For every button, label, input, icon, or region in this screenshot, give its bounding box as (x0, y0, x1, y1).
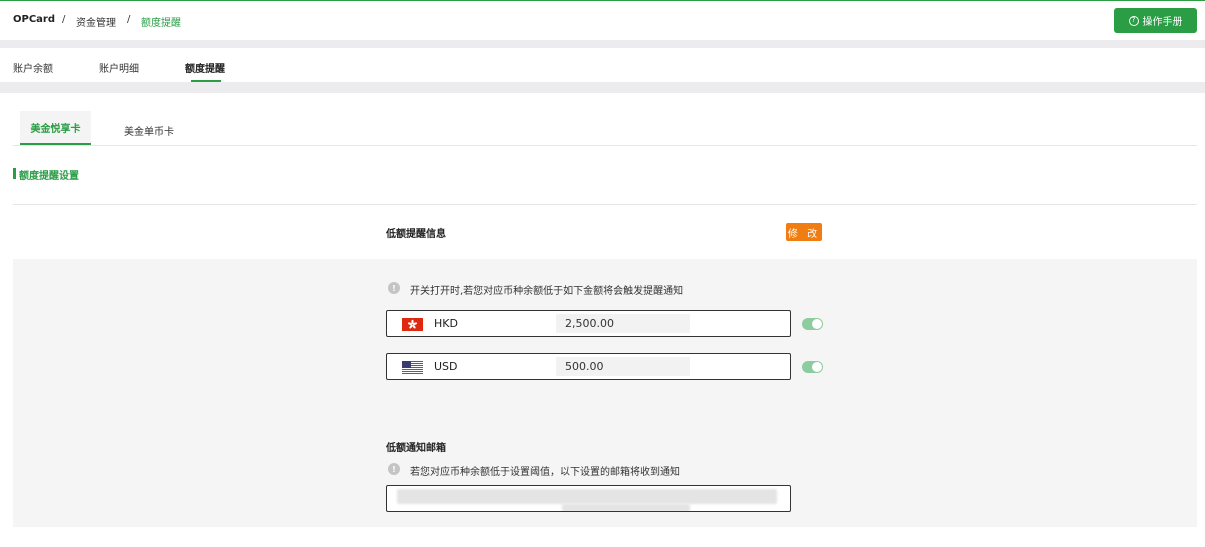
tab-quota-reminder[interactable]: 额度提醒 (185, 60, 225, 75)
currency-row-usd: USD 500.00 (386, 353, 791, 380)
redacted-email (397, 489, 777, 504)
spacer-band (0, 82, 1205, 93)
low-balance-title: 低额提醒信息 (386, 229, 446, 240)
toggle-knob (812, 362, 822, 372)
currency-row-hkd: HKD 2,500.00 (386, 310, 791, 337)
redacted-email (562, 504, 690, 511)
toggle-knob (812, 319, 822, 329)
hk-flag-icon (402, 318, 423, 331)
help-icon: ? (1128, 15, 1139, 26)
card-tab-usd-premium[interactable]: 美金悦享卡 (20, 111, 91, 145)
tab-bar: 账户余额 账户明细 额度提醒 (0, 48, 1205, 82)
us-flag-icon (402, 361, 423, 374)
breadcrumb-root[interactable]: OPCard (13, 14, 55, 25)
usd-toggle[interactable] (802, 361, 823, 373)
tab-account-details[interactable]: 账户明细 (99, 60, 139, 75)
card-tabs-divider (13, 145, 1197, 146)
tab-account-balance[interactable]: 账户余额 (13, 60, 53, 75)
breadcrumb-separator: / (62, 14, 66, 25)
amount-input[interactable]: 2,500.00 (556, 314, 690, 333)
hkd-toggle[interactable] (802, 318, 823, 330)
section-title: 额度提醒设置 (19, 171, 79, 182)
card-tab-usd-single[interactable]: 美金单币卡 (124, 123, 174, 138)
manual-button[interactable]: ? 操作手册 (1114, 8, 1197, 33)
edit-button[interactable]: 修 改 (786, 223, 822, 241)
email-note: 若您对应币种余额低于设置阈值，以下设置的邮箱将收到通知 (410, 467, 680, 478)
low-balance-note: 开关打开时,若您对应币种余额低于如下金额将会触发提醒通知 (410, 286, 684, 297)
spacer-band (0, 40, 1205, 48)
section-divider (13, 204, 1197, 205)
header: OPCard / 资金管理 / 额度提醒 ? 操作手册 (0, 1, 1205, 40)
breadcrumb-fund-management[interactable]: 资金管理 (76, 14, 116, 29)
info-icon: ! (388, 282, 400, 294)
section-marker (13, 168, 16, 179)
manual-button-label: 操作手册 (1142, 17, 1183, 28)
currency-code: USD (434, 360, 458, 373)
breadcrumb-separator: / (127, 14, 131, 25)
email-title: 低额通知邮箱 (386, 443, 446, 454)
info-icon: ! (388, 463, 400, 475)
currency-code: HKD (434, 317, 458, 330)
breadcrumb-current: 额度提醒 (141, 18, 181, 29)
amount-input[interactable]: 500.00 (556, 357, 690, 376)
email-input[interactable] (386, 485, 791, 512)
